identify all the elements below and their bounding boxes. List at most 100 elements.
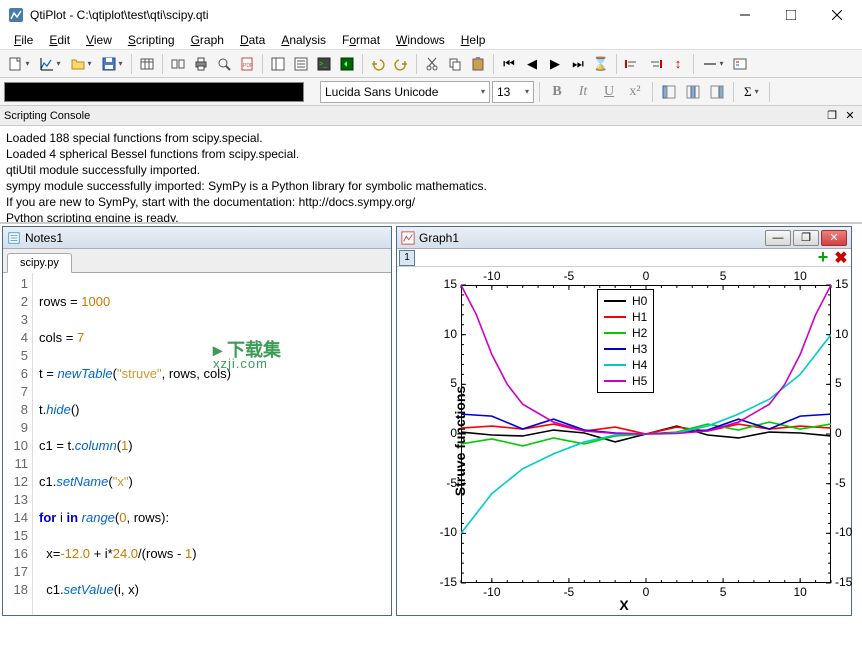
window-minimize-button[interactable]: [722, 0, 768, 30]
paste-button[interactable]: [467, 53, 489, 75]
console-float-button[interactable]: ❐: [824, 108, 840, 124]
x-tick-top: 10: [788, 269, 812, 283]
redo-button[interactable]: [390, 53, 412, 75]
console-line: Loaded 188 special functions from scipy.…: [6, 130, 856, 146]
notes-window[interactable]: Notes1 scipy.py 123456789101112131415161…: [2, 226, 392, 616]
add-layer-button[interactable]: +: [815, 250, 831, 266]
cut-button[interactable]: [421, 53, 443, 75]
col-right-icon[interactable]: [706, 81, 728, 103]
window-maximize-button[interactable]: [768, 0, 814, 30]
code-editor[interactable]: 123456789101112131415161718 rows = 1000 …: [3, 273, 391, 615]
x-axis-label[interactable]: X: [619, 597, 628, 613]
legend[interactable]: H0H1H2H3H4H5: [597, 289, 654, 393]
undo-button[interactable]: [367, 53, 389, 75]
save-button[interactable]: ▾: [97, 53, 127, 75]
skip-back-button[interactable]: ⏮: [498, 53, 520, 75]
tab-scipy[interactable]: scipy.py: [7, 253, 72, 273]
copy-button[interactable]: [444, 53, 466, 75]
sort-icon[interactable]: ↕: [667, 53, 689, 75]
menu-view[interactable]: View: [78, 31, 120, 49]
y-tick: 0: [433, 426, 457, 440]
code-text[interactable]: rows = 1000 cols = 7 t = newTable("struv…: [33, 273, 391, 615]
graph-minimize-button[interactable]: —: [765, 230, 791, 246]
console-line: qtiUtil module successfully imported.: [6, 162, 856, 178]
graph-maximize-button[interactable]: ❐: [793, 230, 819, 246]
x-tick: 5: [711, 585, 735, 599]
console-title: Scripting Console: [4, 110, 822, 122]
y-tick: -15: [433, 575, 457, 589]
sigma-button[interactable]: Σ▾: [739, 81, 764, 103]
y-tick-right: 5: [835, 376, 842, 390]
legend-button[interactable]: [729, 53, 751, 75]
skip-fwd-button[interactable]: ⏭: [567, 53, 589, 75]
menu-windows[interactable]: Windows: [388, 31, 453, 49]
undo-stack-button[interactable]: [336, 53, 358, 75]
x-tick: -10: [480, 585, 504, 599]
menu-analysis[interactable]: Analysis: [273, 31, 334, 49]
graph-icon: [401, 231, 415, 245]
graph-window[interactable]: Graph1 — ❐ ✕ 1 + ✖ Struve functions X -1…: [396, 226, 852, 616]
graph-title: Graph1: [419, 231, 765, 245]
menu-help[interactable]: Help: [453, 31, 494, 49]
notes-title: Notes1: [25, 231, 387, 245]
remove-layer-button[interactable]: ✖: [833, 250, 849, 266]
font-size-select[interactable]: 13▾: [492, 81, 534, 103]
italic-button[interactable]: It: [571, 81, 595, 103]
console-output: Loaded 188 special functions from scipy.…: [0, 126, 862, 224]
underline-button[interactable]: U: [597, 81, 621, 103]
x-tick: -5: [557, 585, 581, 599]
new-project-button[interactable]: ▾: [4, 53, 34, 75]
console-close-button[interactable]: ✕: [842, 108, 858, 124]
align-right-icon[interactable]: [644, 53, 666, 75]
menu-file[interactable]: File: [6, 31, 41, 49]
results-log-button[interactable]: [290, 53, 312, 75]
format-toolbar: Lucida Sans Unicode▾ 13▾ B It U x² Σ▾: [0, 78, 862, 106]
layer-1-button[interactable]: 1: [399, 250, 415, 266]
y-tick-right: 15: [835, 277, 848, 291]
legend-label: H4: [632, 357, 647, 373]
notes-titlebar[interactable]: Notes1: [3, 227, 391, 249]
col-left-icon[interactable]: [658, 81, 680, 103]
app-icon: [8, 7, 24, 23]
script-window-button[interactable]: >_: [313, 53, 335, 75]
menu-data[interactable]: Data: [232, 31, 273, 49]
line-gutter: 123456789101112131415161718: [3, 273, 33, 615]
y-tick: -5: [433, 476, 457, 490]
hourglass-icon[interactable]: ⌛: [590, 53, 612, 75]
y-tick: 10: [433, 327, 457, 341]
y-tick-right: 0: [835, 426, 842, 440]
align-left-icon[interactable]: [621, 53, 643, 75]
step-back-button[interactable]: ◀: [521, 53, 543, 75]
window-close-button[interactable]: [814, 0, 860, 30]
legend-label: H2: [632, 325, 647, 341]
bold-button[interactable]: B: [545, 81, 569, 103]
new-graph-button[interactable]: ▾: [35, 53, 65, 75]
line-style-button[interactable]: ▾: [698, 53, 728, 75]
y-tick-right: -15: [835, 575, 852, 589]
step-fwd-button[interactable]: ▶: [544, 53, 566, 75]
menu-format[interactable]: Format: [334, 31, 388, 49]
font-select[interactable]: Lucida Sans Unicode▾: [320, 81, 490, 103]
notes-tabstrip: scipy.py: [3, 249, 391, 273]
x-tick-top: -5: [557, 269, 581, 283]
menu-edit[interactable]: Edit: [41, 31, 78, 49]
project-explorer-button[interactable]: [267, 53, 289, 75]
x-tick: 0: [634, 585, 658, 599]
col-mid-icon[interactable]: [682, 81, 704, 103]
new-table-button[interactable]: [136, 53, 158, 75]
menu-graph[interactable]: Graph: [183, 31, 232, 49]
color-preview[interactable]: [4, 82, 304, 102]
export-pdf-button[interactable]: PDF: [236, 53, 258, 75]
plot-area[interactable]: Struve functions X -10-10-5-500551010-15…: [397, 267, 851, 615]
superscript-button[interactable]: x²: [623, 81, 647, 103]
print-button[interactable]: [190, 53, 212, 75]
open-button[interactable]: ▾: [66, 53, 96, 75]
graph-titlebar[interactable]: Graph1 — ❐ ✕: [397, 227, 851, 249]
svg-text:>_: >_: [319, 61, 327, 68]
graph-close-button[interactable]: ✕: [821, 230, 847, 246]
preview-button[interactable]: [213, 53, 235, 75]
menu-bar: File Edit View Scripting Graph Data Anal…: [0, 30, 862, 50]
svg-text:PDF: PDF: [243, 63, 253, 69]
duplicate-button[interactable]: [167, 53, 189, 75]
menu-scripting[interactable]: Scripting: [120, 31, 183, 49]
